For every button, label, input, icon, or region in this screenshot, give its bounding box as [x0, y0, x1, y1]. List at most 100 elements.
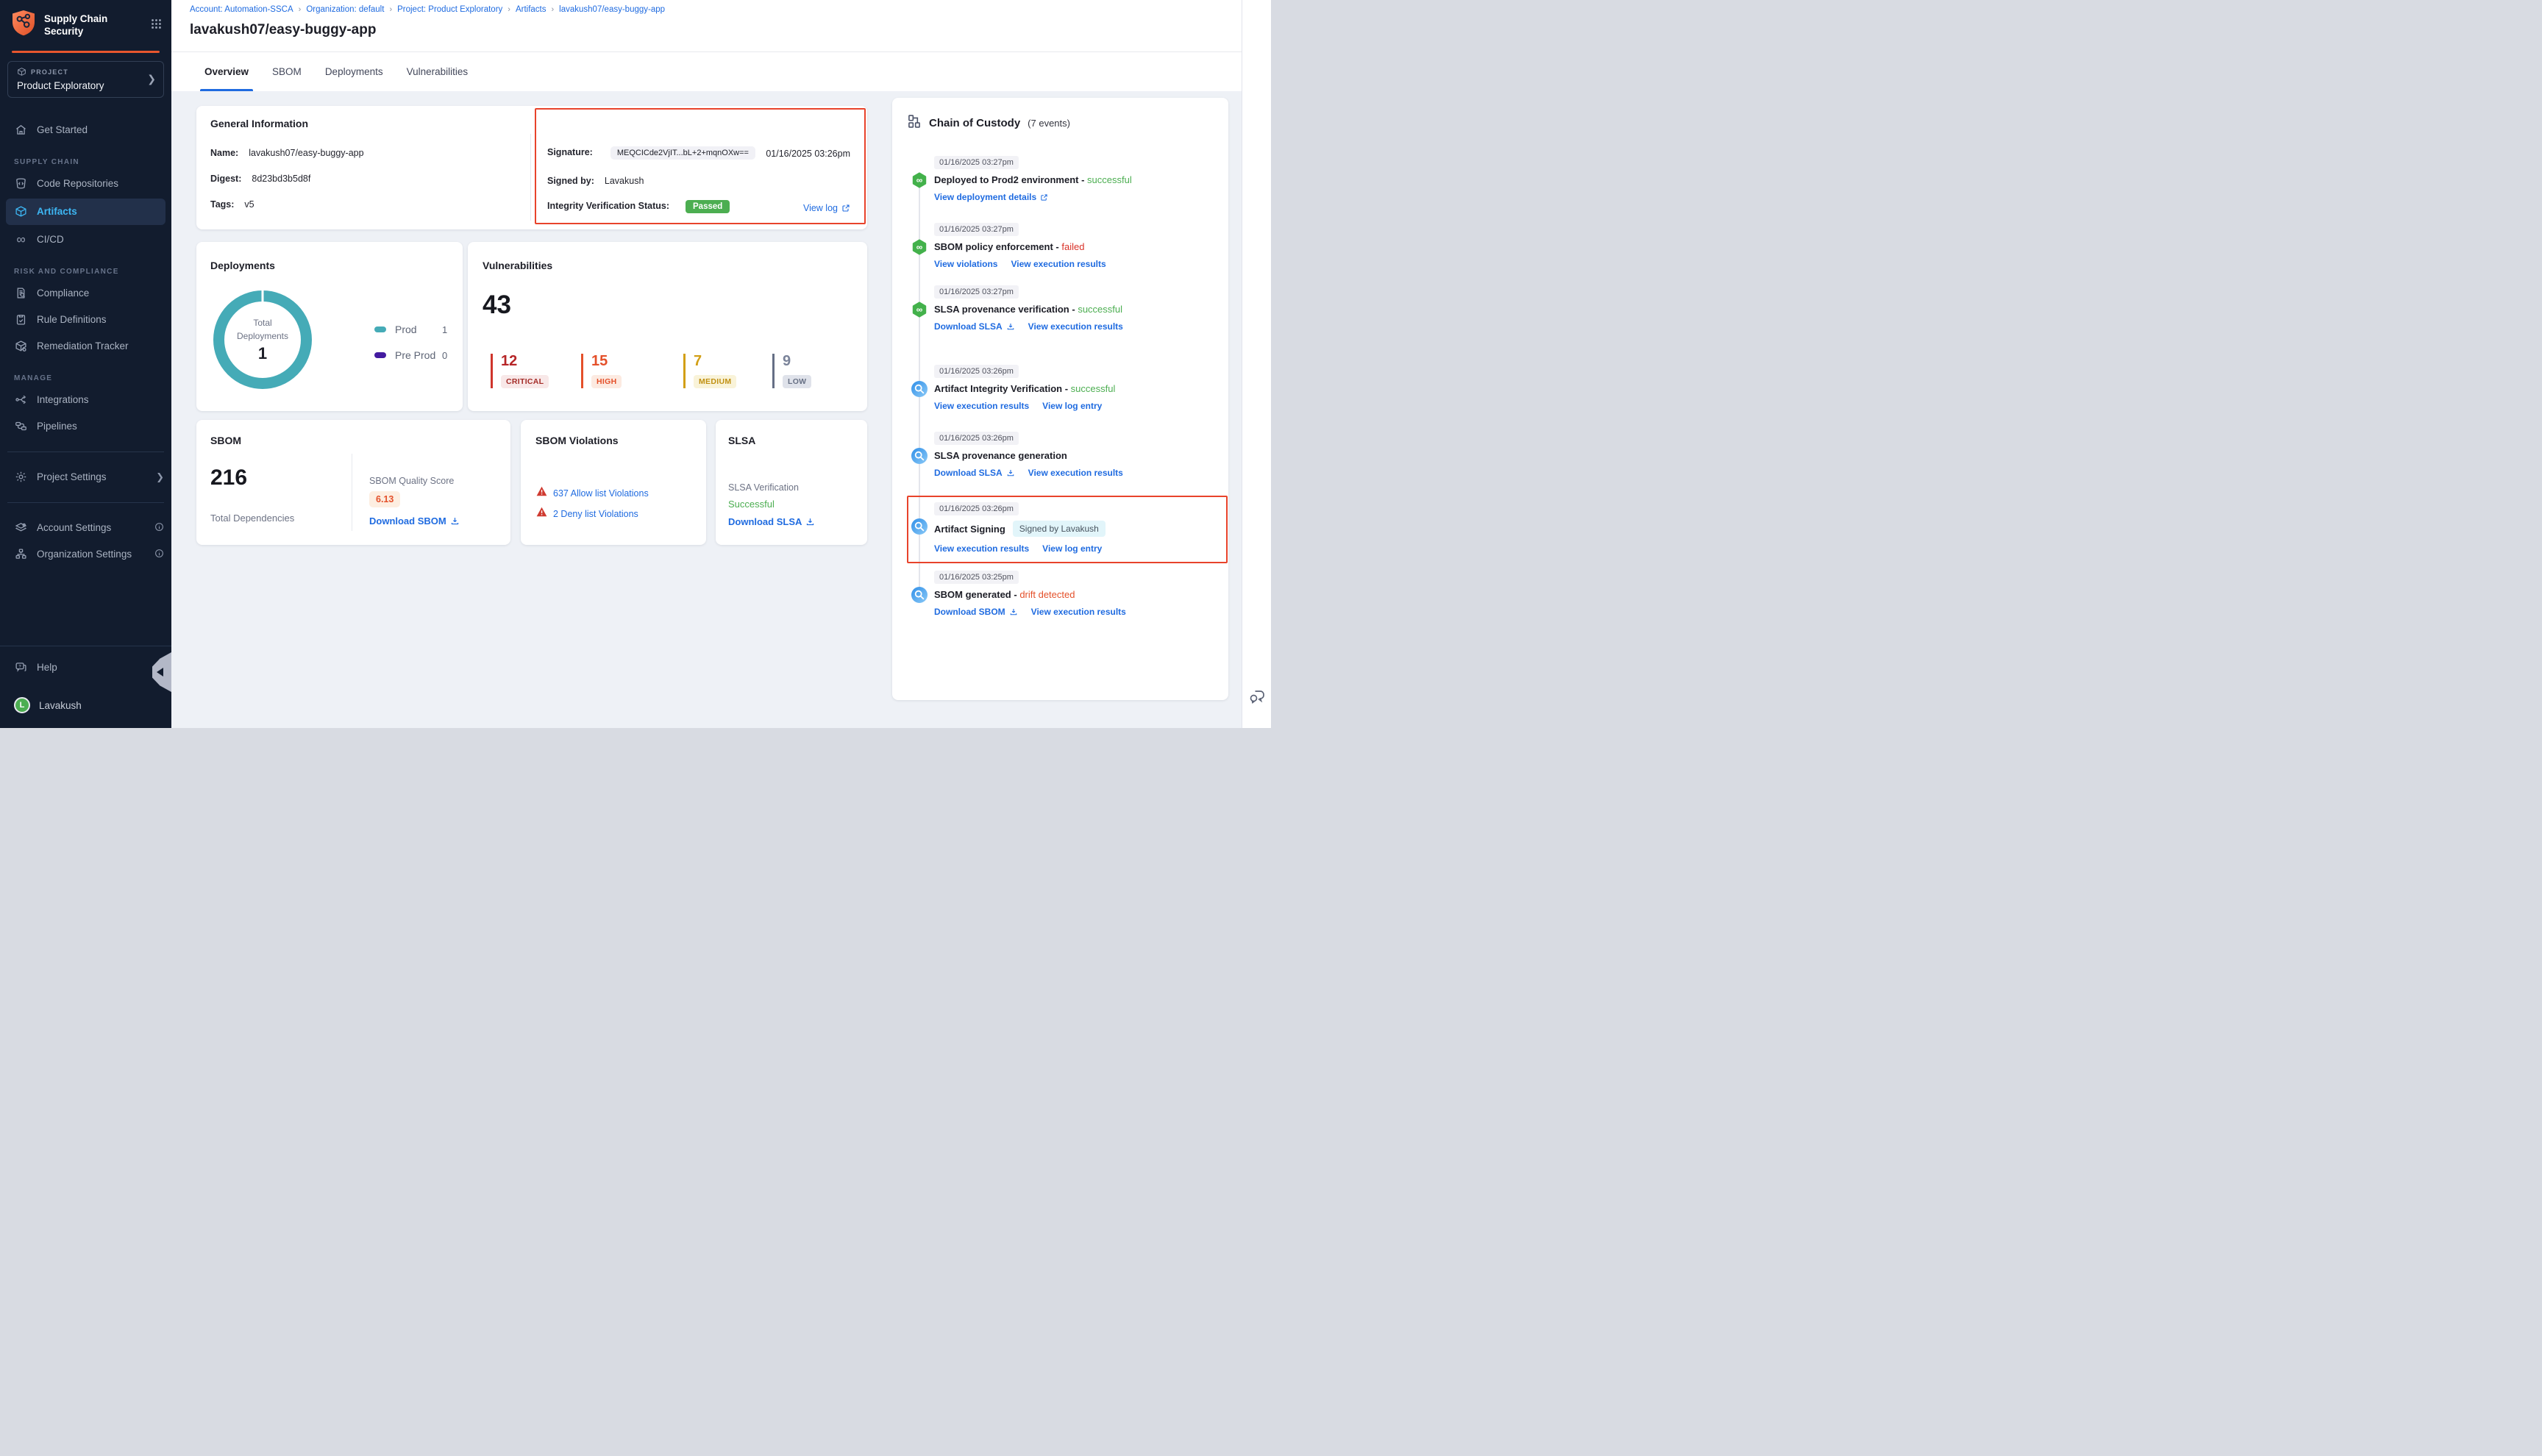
slsa-verification-status: Successful — [728, 499, 775, 510]
breadcrumb-artifacts[interactable]: Artifacts — [516, 5, 547, 14]
chain-of-custody-title: Chain of Custody — [929, 117, 1020, 129]
info-icon — [154, 522, 164, 534]
feedback-chat-icon[interactable] — [1248, 688, 1266, 709]
vulnerabilities-card: Vulnerabilities 43 12 CRITICAL 15 HIGH 7… — [468, 242, 867, 411]
sidebar-item-help[interactable]: ? Help — [0, 654, 171, 680]
sbom-quality-score-value: 6.13 — [369, 491, 400, 507]
view-execution-results-link[interactable]: View execution results — [1028, 468, 1123, 478]
project-selector-label: PROJECT — [31, 68, 68, 76]
allow-list-violations-link[interactable]: 637 Allow list Violations — [553, 488, 649, 499]
app-grid-icon[interactable] — [150, 18, 163, 34]
event-status: successful — [1087, 174, 1132, 185]
download-slsa-link[interactable]: Download SLSA — [934, 468, 1015, 478]
prod-count: 1 — [442, 324, 447, 335]
breadcrumb-organization[interactable]: Organization: default — [306, 5, 384, 14]
severity-medium: 7 MEDIUM — [683, 354, 736, 388]
view-execution-results-link[interactable]: View execution results — [934, 543, 1029, 554]
project-selector[interactable]: PROJECT Product Exploratory ❯ — [7, 61, 164, 98]
user-name: Lavakush — [39, 700, 82, 711]
view-log-link[interactable]: View log — [803, 203, 850, 213]
sbom-quality-score-label: SBOM Quality Score — [369, 476, 454, 486]
sidebar-item-organization-settings[interactable]: Organization Settings — [0, 541, 171, 568]
event-timestamp: 01/16/2025 03:26pm — [934, 432, 1019, 445]
status-badge-passed: Passed — [686, 200, 730, 213]
view-execution-results-link[interactable]: View execution results — [1011, 259, 1106, 269]
view-deployment-details-link[interactable]: View deployment details — [934, 192, 1048, 202]
total-dependencies-value: 216 — [210, 465, 247, 490]
coc-event-slsa-provenance-verification: ∞ 01/16/2025 03:27pm SLSA provenance ver… — [892, 285, 1228, 332]
download-sbom-link[interactable]: Download SBOM — [369, 515, 460, 527]
sidebar-section-risk-and-compliance: RISK AND COMPLIANCE — [0, 268, 171, 276]
coc-event-artifact-integrity-verification: 01/16/2025 03:26pm Artifact Integrity Ve… — [892, 364, 1228, 411]
sidebar-item-rule-definitions[interactable]: Rule Definitions — [0, 307, 171, 333]
sidebar-item-account-settings[interactable]: Account Settings — [0, 515, 171, 541]
tags-value: v5 — [244, 199, 254, 210]
slsa-verification-label: SLSA Verification — [728, 482, 799, 493]
sidebar-divider — [7, 502, 164, 503]
pipeline-icon: ∞ — [911, 239, 928, 255]
view-execution-results-link[interactable]: View execution results — [934, 401, 1029, 411]
breadcrumb-account[interactable]: Account: Automation-SSCA — [190, 5, 293, 14]
coc-event-artifact-signing: 01/16/2025 03:26pm Artifact SigningSigne… — [892, 502, 1228, 554]
signed-by-value: Lavakush — [605, 176, 644, 186]
event-timestamp: 01/16/2025 03:26pm — [934, 365, 1019, 378]
coc-event-deployed-to-prod2: ∞ 01/16/2025 03:27pm Deployed to Prod2 e… — [892, 155, 1228, 202]
view-execution-results-link[interactable]: View execution results — [1031, 607, 1126, 617]
tab-sbom[interactable]: SBOM — [263, 52, 310, 91]
sidebar-section-manage: MANAGE — [0, 374, 171, 382]
view-log-entry-link[interactable]: View log entry — [1042, 401, 1102, 411]
tab-bar: Overview SBOM Deployments Vulnerabilitie… — [196, 52, 477, 91]
sidebar-item-pipelines[interactable]: Pipelines — [0, 413, 171, 440]
download-icon — [450, 516, 460, 526]
avatar: L — [14, 697, 30, 713]
download-icon — [1006, 468, 1015, 477]
download-icon — [1009, 607, 1018, 616]
cube-icon — [17, 67, 26, 78]
sidebar: Supply Chain Security PROJECT Product Ex… — [0, 0, 171, 728]
download-slsa-link[interactable]: Download SLSA — [728, 516, 815, 527]
card-title: SBOM — [210, 435, 241, 446]
app-logo-shield-icon — [10, 9, 37, 42]
tab-overview[interactable]: Overview — [196, 52, 257, 91]
name-label: Name: — [210, 148, 238, 158]
coc-event-slsa-provenance-generation: 01/16/2025 03:26pm SLSA provenance gener… — [892, 431, 1228, 478]
card-title: Vulnerabilities — [483, 260, 552, 271]
view-log-entry-link[interactable]: View log entry — [1042, 543, 1102, 554]
org-tree-gear-icon — [14, 548, 28, 560]
deny-list-violations-link[interactable]: 2 Deny list Violations — [553, 509, 638, 519]
event-timestamp: 01/16/2025 03:27pm — [934, 223, 1019, 236]
sbom-card: SBOM 216 Total Dependencies SBOM Quality… — [196, 420, 510, 545]
header: Account: Automation-SSCA › Organization:… — [171, 0, 1242, 91]
tab-deployments[interactable]: Deployments — [316, 52, 392, 91]
view-violations-link[interactable]: View violations — [934, 259, 997, 269]
signature-label: Signature: — [547, 147, 593, 157]
scan-icon — [911, 448, 928, 464]
sidebar-item-cicd[interactable]: ∞ CI/CD — [0, 226, 171, 253]
breadcrumb-artifact-name[interactable]: lavakush07/easy-buggy-app — [559, 5, 665, 14]
sidebar-item-project-settings[interactable]: Project Settings ❯ — [0, 464, 171, 490]
app-title: Supply Chain Security — [44, 13, 143, 38]
download-icon — [805, 517, 815, 527]
svg-text:∞: ∞ — [916, 242, 923, 252]
sidebar-section-supply-chain: SUPPLY CHAIN — [0, 158, 171, 166]
sidebar-item-remediation-tracker[interactable]: Remediation Tracker — [0, 333, 171, 360]
sidebar-nav: Get Started SUPPLY CHAIN Code Repositori… — [0, 117, 171, 568]
severity-low: 9 LOW — [772, 354, 811, 388]
sidebar-item-get-started[interactable]: Get Started — [0, 117, 171, 143]
breadcrumb-project[interactable]: Project: Product Exploratory — [397, 5, 502, 14]
right-utility-rail — [1242, 0, 1271, 728]
view-execution-results-link[interactable]: View execution results — [1028, 321, 1123, 332]
download-slsa-link[interactable]: Download SLSA — [934, 321, 1015, 332]
sidebar-item-compliance[interactable]: Compliance — [0, 280, 171, 307]
vertical-divider — [530, 134, 531, 221]
user-menu[interactable]: L Lavakush — [0, 692, 171, 718]
sidebar-item-artifacts[interactable]: Artifacts — [6, 199, 165, 225]
pipeline-icon: ∞ — [911, 172, 928, 188]
tab-vulnerabilities[interactable]: Vulnerabilities — [398, 52, 477, 91]
download-sbom-link[interactable]: Download SBOM — [934, 607, 1018, 617]
sidebar-item-code-repositories[interactable]: Code Repositories — [0, 171, 171, 197]
total-dependencies-label: Total Dependencies — [210, 513, 294, 524]
digest-label: Digest: — [210, 174, 241, 184]
sidebar-item-integrations[interactable]: Integrations — [0, 387, 171, 413]
event-title: SLSA provenance verification — [934, 304, 1069, 315]
